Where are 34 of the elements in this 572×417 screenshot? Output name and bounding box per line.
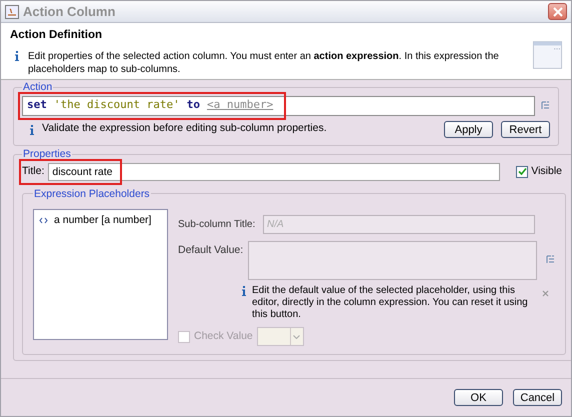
header-description: Edit properties of the selected action column. You must enter an action expression. In this expression the placeholders map to sub-columns. (28, 50, 500, 76)
default-value-info: Edit the default value of the selected placeholder, using this editor, directly in the column expression. You can reset it using this button. (252, 285, 529, 321)
dialog-button[interactable]: Revert (501, 120, 550, 138)
reset-icon[interactable] (542, 290, 549, 297)
expression-field[interactable]: set 'the discount rate' to <a number> (22, 96, 535, 116)
subcolumn-title-label: Sub-column Title: (178, 218, 256, 232)
check-value-dropdown[interactable] (256, 327, 304, 346)
title-field[interactable]: discount rate (48, 162, 500, 180)
app-icon (5, 4, 19, 18)
check-value-label: Check Value (194, 328, 253, 344)
default-value-field[interactable] (248, 241, 537, 280)
validation-hint: Validate the expression before editing sub-column properties. (42, 121, 328, 136)
header-title: Action Definition (10, 28, 103, 43)
group-label: Action (22, 82, 54, 92)
dialog-button[interactable]: Apply (444, 120, 493, 138)
info-icon (15, 51, 19, 62)
dialog-button[interactable]: OK (454, 389, 503, 406)
close-icon (552, 6, 562, 16)
chevron-down-icon (293, 334, 300, 338)
expression-editor-icon[interactable] (541, 101, 550, 110)
expression-editor-icon[interactable] (546, 255, 555, 264)
close-button[interactable] (548, 3, 567, 20)
default-value-label: Default Value: (178, 243, 244, 258)
visible-label: Visible (531, 164, 562, 179)
brackets-icon (39, 217, 48, 224)
visible-checkbox[interactable] (516, 166, 528, 178)
group-label: Properties (22, 149, 72, 160)
placeholder-item[interactable]: a number [a number] (37, 213, 164, 229)
window-title: Action Column (23, 2, 116, 21)
title-label: Title: (22, 164, 44, 179)
dialog-button[interactable]: Cancel (513, 389, 562, 406)
group-label: Expression Placeholders (33, 188, 151, 199)
info-icon (242, 286, 246, 296)
info-icon (30, 124, 34, 134)
